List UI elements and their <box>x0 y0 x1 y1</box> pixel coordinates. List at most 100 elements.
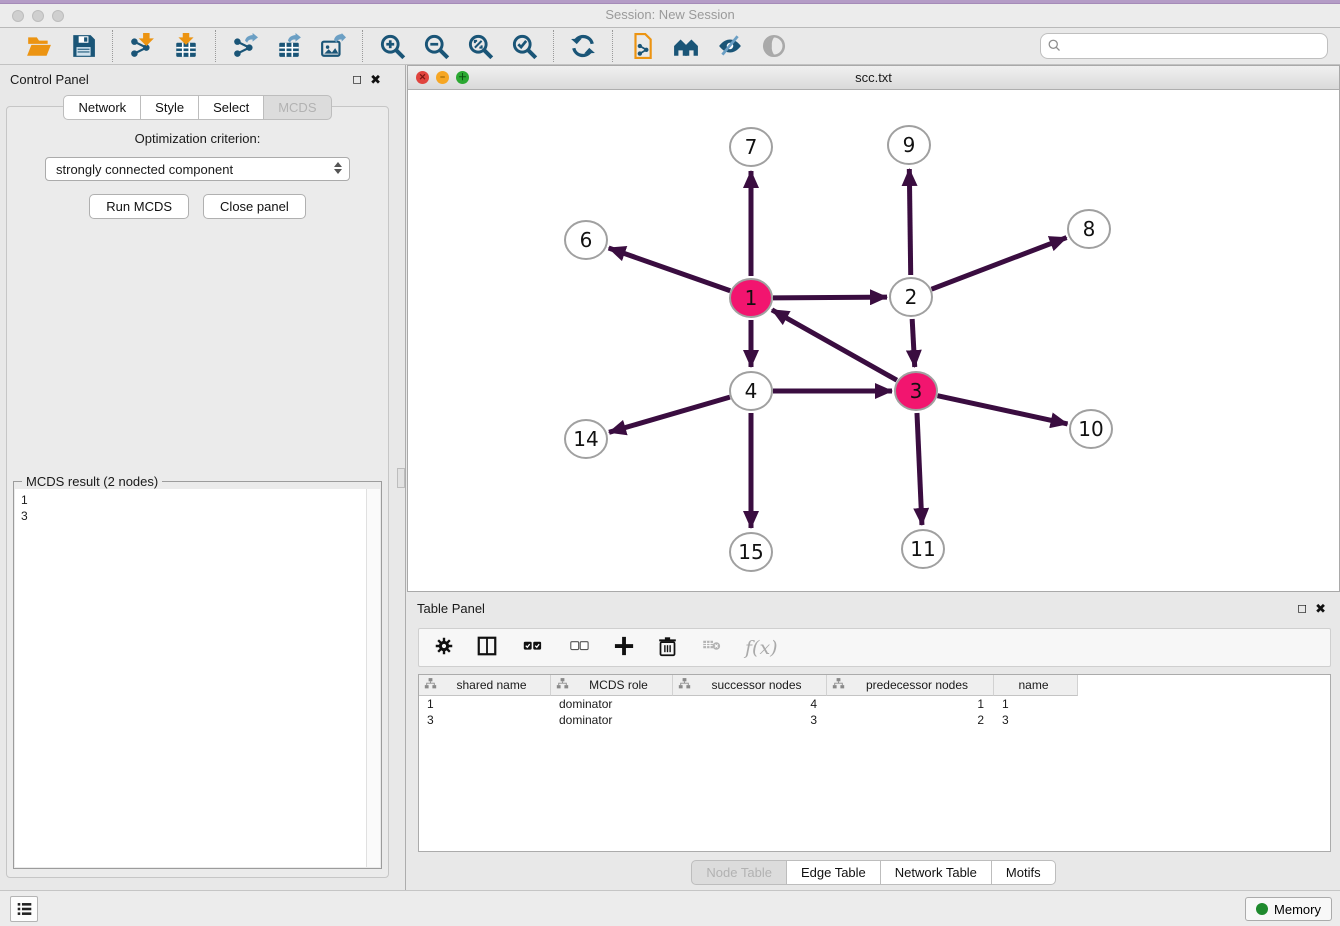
float-table-panel-button[interactable]: ◻ <box>1293 602 1311 614</box>
zoom-fit-icon <box>467 33 494 60</box>
import-table-button[interactable] <box>171 31 201 61</box>
close-network-window-button[interactable]: ✕ <box>416 71 429 84</box>
graph-node-11[interactable]: 11 <box>902 530 944 568</box>
delete-columns-button[interactable] <box>657 635 678 661</box>
edge-3-1[interactable] <box>772 310 897 380</box>
node-label-3: 3 <box>910 379 923 403</box>
network-graph: 7 9 6 8 1 2 4 3 14 10 15 11 <box>408 90 1339 591</box>
export-image-button[interactable] <box>318 31 348 61</box>
network-window-titlebar: ✕ − ＋ scc.txt <box>408 66 1339 90</box>
close-table-panel-button[interactable]: ✖ <box>1311 602 1330 615</box>
select-all-columns-button[interactable] <box>519 637 545 658</box>
graph-node-7[interactable]: 7 <box>730 128 772 166</box>
table-settings-button[interactable] <box>433 635 455 660</box>
create-column-button[interactable] <box>613 635 636 661</box>
table-tab-node-table[interactable]: Node Table <box>691 860 787 885</box>
export-image-icon <box>320 33 346 59</box>
control-panel-tabs: NetworkStyleSelectMCDS <box>0 95 395 120</box>
mcds-result-scrollbar[interactable] <box>366 489 380 867</box>
graph-node-4[interactable]: 4 <box>730 372 772 410</box>
refresh-layout-button[interactable] <box>568 31 598 61</box>
edge-2-9[interactable] <box>909 169 910 275</box>
cell-predecessor-nodes: 1 <box>827 696 994 712</box>
toolbar-group <box>113 31 215 61</box>
vertical-splitter-grip[interactable] <box>397 468 405 488</box>
edge-4-14[interactable] <box>609 397 730 432</box>
table-tab-network-table[interactable]: Network Table <box>881 860 992 885</box>
zoom-selected-button[interactable] <box>509 31 539 61</box>
home-view-button[interactable] <box>671 31 701 61</box>
close-control-panel-button[interactable]: ✖ <box>366 73 385 86</box>
cell-shared-name: 1 <box>419 696 551 712</box>
maximize-network-window-button[interactable]: ＋ <box>456 71 469 84</box>
edge-2-8[interactable] <box>932 238 1067 290</box>
table-tab-motifs[interactable]: Motifs <box>992 860 1056 885</box>
node-label-8: 8 <box>1083 217 1096 241</box>
memory-label: Memory <box>1274 902 1321 917</box>
graph-node-10[interactable]: 10 <box>1070 410 1112 448</box>
edge-1-6[interactable] <box>609 248 731 291</box>
control-tab-mcds[interactable]: MCDS <box>264 95 331 120</box>
mcds-result-box: MCDS result (2 nodes) 1 3 <box>13 481 382 869</box>
hide-graphics-icon <box>717 33 743 59</box>
edge-3-10[interactable] <box>937 396 1067 424</box>
clone-network-button[interactable] <box>627 31 657 61</box>
mcds-result-text[interactable]: 1 3 <box>15 489 366 867</box>
zoom-fit-button[interactable] <box>465 31 495 61</box>
float-control-panel-button[interactable]: ◻ <box>348 73 366 85</box>
control-panel-header: Control Panel ◻ ✖ <box>0 65 395 93</box>
import-network-button[interactable] <box>127 31 157 61</box>
run-mcds-button[interactable]: Run MCDS <box>89 194 189 219</box>
save-session-button[interactable] <box>68 31 98 61</box>
hide-graphics-button[interactable] <box>715 31 745 61</box>
minimize-network-window-button[interactable]: − <box>436 71 449 84</box>
edge-1-2[interactable] <box>773 297 887 298</box>
control-tab-network[interactable]: Network <box>63 95 141 120</box>
graph-node-3[interactable]: 3 <box>895 372 937 410</box>
graph-node-8[interactable]: 8 <box>1068 210 1110 248</box>
search-input[interactable] <box>1040 33 1328 59</box>
toolbar-group <box>363 31 553 61</box>
column-header-successor-nodes[interactable]: successor nodes <box>673 675 827 696</box>
graph-node-6[interactable]: 6 <box>565 221 607 259</box>
export-network-button[interactable] <box>230 31 260 61</box>
network-canvas[interactable]: 7 9 6 8 1 2 4 3 14 10 15 11 <box>408 90 1339 591</box>
open-file-button[interactable] <box>24 31 54 61</box>
column-header-predecessor-nodes[interactable]: predecessor nodes <box>827 675 994 696</box>
table-tab-edge-table[interactable]: Edge Table <box>787 860 881 885</box>
table-row-3[interactable]: 3dominator323 <box>419 712 1330 728</box>
column-header-name[interactable]: name <box>994 675 1078 696</box>
control-tab-select[interactable]: Select <box>199 95 264 120</box>
graph-node-15[interactable]: 15 <box>730 533 772 571</box>
close-panel-button[interactable]: Close panel <box>203 194 306 219</box>
task-history-button[interactable] <box>10 896 38 922</box>
zoom-out-icon <box>423 33 450 60</box>
search-container <box>1040 33 1328 59</box>
optimization-criterion-select[interactable]: strongly connected component <box>45 157 350 181</box>
show-graphics-icon <box>761 33 787 59</box>
table-toolbar: f(x) <box>418 628 1331 667</box>
memory-button[interactable]: Memory <box>1245 897 1332 921</box>
node-label-2: 2 <box>905 285 918 309</box>
table-row-1[interactable]: 1dominator411 <box>419 696 1330 712</box>
window-title: Session: New Session <box>0 7 1340 22</box>
column-header-MCDS-role[interactable]: MCDS role <box>551 675 673 696</box>
control-tab-style[interactable]: Style <box>141 95 199 120</box>
graph-node-9[interactable]: 9 <box>888 126 930 164</box>
graph-node-14[interactable]: 14 <box>565 420 607 458</box>
edge-3-11[interactable] <box>917 413 922 525</box>
column-tree-icon <box>419 677 437 693</box>
zoom-in-button[interactable] <box>377 31 407 61</box>
select-chevrons-icon <box>334 162 342 174</box>
node-table[interactable]: shared nameMCDS rolesuccessor nodesprede… <box>418 674 1331 852</box>
mcds-result-title: MCDS result (2 nodes) <box>22 474 162 489</box>
column-header-shared-name[interactable]: shared name <box>419 675 551 696</box>
graph-node-1[interactable]: 1 <box>730 279 772 317</box>
graph-node-2[interactable]: 2 <box>890 278 932 316</box>
deselect-all-columns-button[interactable] <box>566 637 592 658</box>
export-table-button[interactable] <box>274 31 304 61</box>
show-columns-button[interactable] <box>476 635 498 660</box>
edge-2-3[interactable] <box>912 319 915 367</box>
titlebar-accent-strip <box>0 0 1340 4</box>
zoom-out-button[interactable] <box>421 31 451 61</box>
